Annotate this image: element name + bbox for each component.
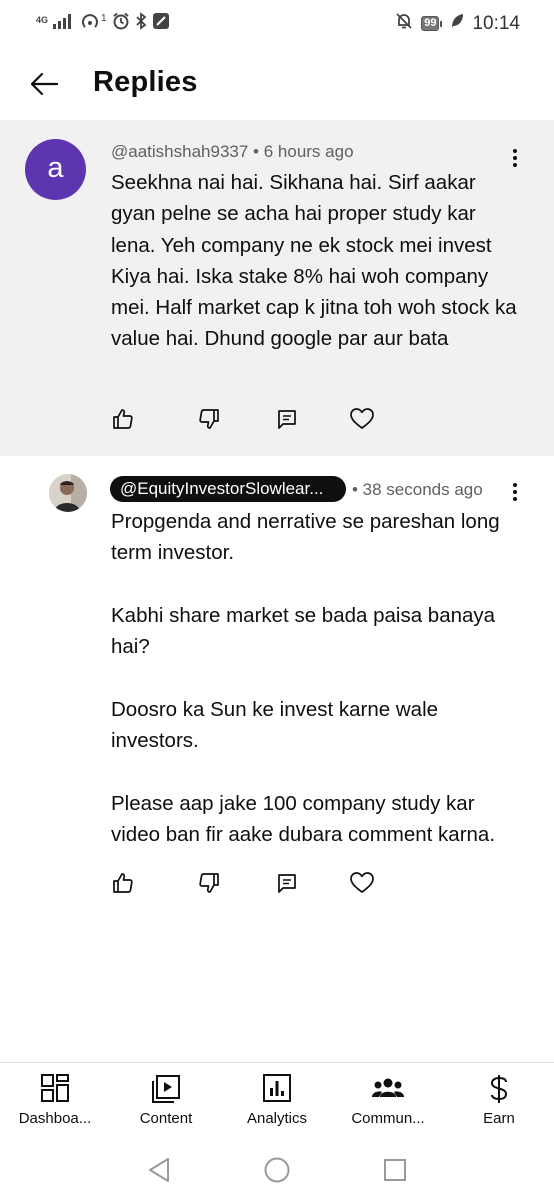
page-title: Replies [93, 66, 198, 98]
dislike-button[interactable] [194, 868, 224, 898]
parent-comment: a @aatishshah9337 • 6 hours ago Seekhna … [0, 120, 554, 456]
avatar-letter: a [47, 151, 64, 184]
alarm-icon [112, 12, 130, 35]
nav-label: Commun... [351, 1110, 425, 1127]
arrow-left-icon [30, 72, 59, 96]
triangle-back-icon [149, 1158, 169, 1182]
community-icon [333, 1073, 443, 1105]
dislike-button[interactable] [194, 404, 224, 434]
system-back-button[interactable] [144, 1155, 174, 1185]
comment-time: 6 hours ago [263, 142, 354, 161]
reply-time: • 38 seconds ago [352, 480, 483, 499]
reply-avatar[interactable] [49, 474, 87, 512]
thumbs-down-icon [199, 873, 219, 893]
nav-item-content[interactable]: Content [111, 1063, 221, 1141]
nav-label: Earn [483, 1110, 515, 1127]
nav-label: Analytics [246, 1110, 308, 1127]
comment-meta: @aatishshah9337 • 6 hours ago [111, 142, 354, 162]
square-recents-icon [384, 1159, 406, 1181]
reply-button[interactable] [272, 868, 302, 898]
reply-actions [108, 868, 377, 898]
reply-paragraph: Please aap jake 100 company study kar vi… [111, 792, 496, 846]
more-vert-icon [513, 483, 517, 487]
network-type-label: 4G [36, 14, 49, 25]
nav-item-community[interactable]: Commun... [333, 1063, 443, 1141]
notifications-off-icon [395, 12, 413, 35]
status-right-icons: 99 10:14 [395, 12, 520, 35]
comment-author[interactable]: @aatishshah9337 [111, 142, 248, 161]
thumbs-up-icon [113, 873, 133, 893]
analytics-icon [222, 1073, 332, 1105]
thumbs-up-icon [113, 409, 133, 429]
battery-icon: 99 [421, 16, 443, 31]
nav-label: Content [139, 1110, 193, 1127]
status-time: 10:14 [472, 12, 520, 34]
more-vert-icon [513, 149, 517, 153]
user-photo-icon [49, 474, 87, 512]
reply-paragraph: Kabhi share market se bada paisa banaya … [111, 604, 496, 658]
circle-home-icon [264, 1157, 290, 1183]
comment-actions [108, 404, 377, 434]
nav-label: Dashboa... [18, 1110, 92, 1127]
status-bar: 4G 1 99 10:14 [0, 0, 554, 46]
battery-level: 99 [421, 16, 440, 31]
nav-item-earn[interactable]: Earn [444, 1063, 554, 1141]
leaf-icon [450, 13, 464, 34]
meta-separator: • [253, 142, 259, 161]
heart-icon [350, 408, 374, 429]
like-button[interactable] [108, 404, 138, 434]
app-notification-icon [152, 12, 170, 35]
sim-count-label: 1 [101, 13, 107, 24]
reply-paragraph: Propgenda and nerrative se pareshan long… [111, 510, 500, 564]
like-button[interactable] [108, 868, 138, 898]
system-home-button[interactable] [262, 1155, 292, 1185]
earn-icon [444, 1073, 554, 1105]
bottom-nav: Dashboa... Content Analytics Commun... E… [0, 1062, 554, 1140]
reply-author[interactable]: @EquityInvestorSlowlear... [110, 476, 346, 502]
back-button[interactable] [24, 64, 64, 104]
comment-icon [278, 874, 296, 893]
reply-button[interactable] [272, 404, 302, 434]
nav-item-dashboard[interactable]: Dashboa... [0, 1063, 110, 1141]
system-recents-button[interactable] [380, 1155, 410, 1185]
comment-icon [278, 410, 296, 429]
avatar[interactable]: a [25, 139, 86, 200]
heart-button[interactable] [347, 404, 377, 434]
signal-icon [53, 13, 75, 34]
hotspot-icon [80, 12, 100, 35]
thumbs-down-icon [199, 409, 219, 429]
app-bar: Replies [0, 46, 554, 120]
heart-button[interactable] [347, 868, 377, 898]
heart-icon [350, 872, 374, 893]
bluetooth-icon [135, 12, 147, 35]
comment-text: Seekhna nai hai. Sikhana hai. Sirf aakar… [111, 171, 517, 351]
dashboard-icon [0, 1073, 110, 1105]
system-nav-bar [0, 1140, 554, 1200]
reply-more-button[interactable] [500, 477, 530, 507]
nav-item-analytics[interactable]: Analytics [222, 1063, 332, 1141]
reply-paragraph: Doosro ka Sun ke invest karne wale inves… [111, 698, 439, 752]
content-icon [111, 1073, 221, 1105]
status-left-icons: 4G 1 [36, 12, 170, 35]
